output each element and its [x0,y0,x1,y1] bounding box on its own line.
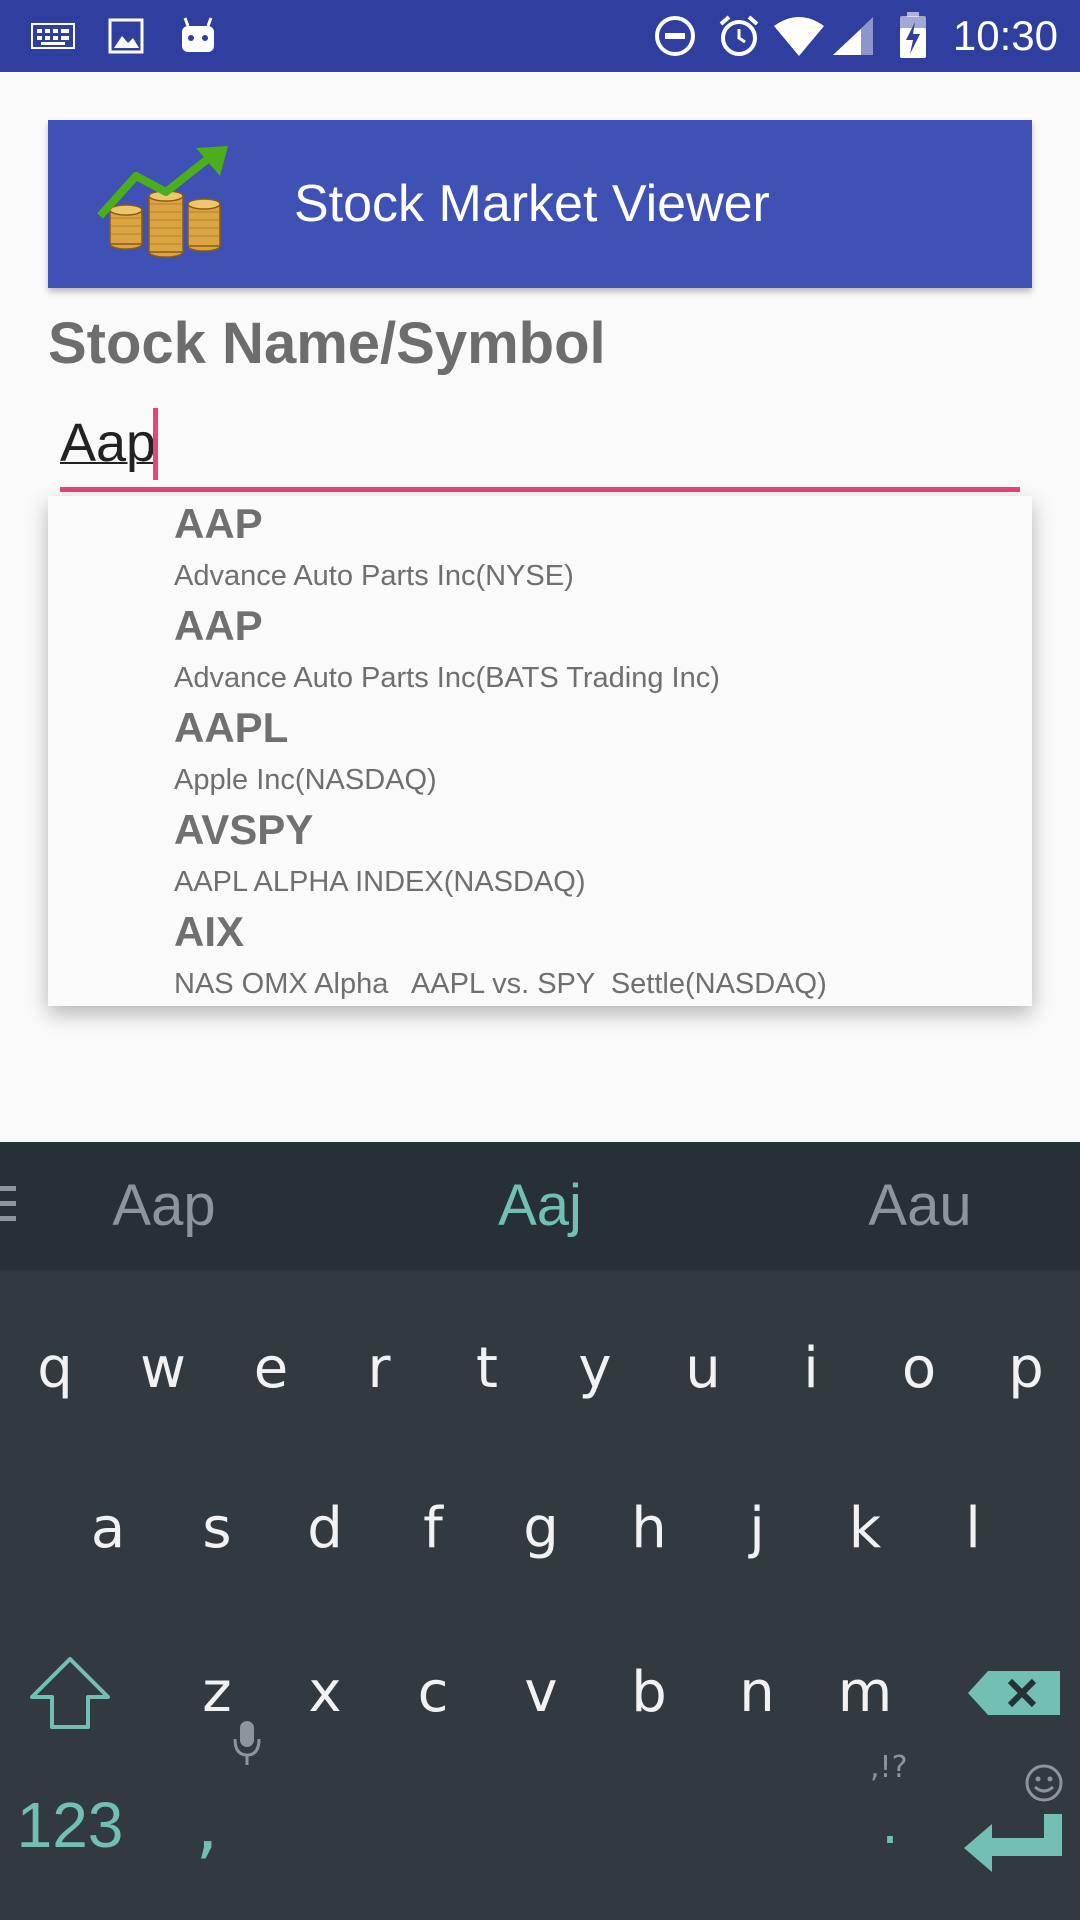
suggestions-dropdown: AAP Advance Auto Parts Inc(NYSE) AAP Adv… [48,496,1032,1006]
emoji-icon [1024,1752,1064,1817]
key-k[interactable]: k [811,1464,919,1594]
do-not-disturb-icon [652,0,698,72]
battery-charging-icon [895,0,931,72]
comma-key[interactable]: , [162,1721,261,1890]
suggestion-item[interactable]: AIX NAS OMX Alpha AAPL vs. SPY Settle(NA… [48,904,1032,1006]
keyboard-icon [30,0,76,72]
alarm-icon [716,0,762,72]
suggestion-symbol: AAP [174,500,263,547]
key-p[interactable]: p [972,1304,1080,1434]
image-icon [106,0,146,72]
enter-key[interactable] [954,1760,1074,1890]
keyboard-suggestion[interactable]: Aap [14,1142,314,1270]
shift-key[interactable] [16,1625,124,1755]
microphone-icon [232,1716,262,1781]
period-key[interactable]: ,!? . [840,1750,940,1890]
key-n[interactable]: n [703,1628,811,1758]
key-v[interactable]: v [487,1628,595,1758]
wifi-icon [772,0,826,72]
signal-icon [830,0,876,72]
suggestion-item[interactable]: AVSPY AAPL ALPHA INDEX(NASDAQ) [48,802,1032,904]
key-q[interactable]: q [1,1304,109,1434]
keyboard-suggestion-primary[interactable]: Aaj [390,1142,690,1270]
period-label: . [881,1792,899,1857]
key-l[interactable]: l [919,1464,1027,1594]
key-t[interactable]: t [433,1304,541,1434]
clock-time: 10:30 [952,12,1058,59]
soft-keyboard: Aap Aaj Aau q w e r t y u i o p a s d f … [0,1142,1080,1920]
key-u[interactable]: u [649,1304,757,1434]
key-w[interactable]: w [109,1304,217,1434]
enter-arrow-icon [964,1813,1062,1872]
stock-search-input[interactable] [60,408,1020,488]
suggestion-symbol: AIX [174,908,245,955]
key-e[interactable]: e [217,1304,325,1434]
keyboard-suggestion[interactable]: Aau [770,1142,1070,1270]
app-title: Stock Market Viewer [294,175,770,233]
key-d[interactable]: d [271,1464,379,1594]
key-o[interactable]: o [865,1304,973,1434]
backspace-key[interactable] [954,1625,1074,1755]
key-m[interactable]: m [811,1628,919,1758]
key-y[interactable]: y [541,1304,649,1434]
status-bar: 10:30 [0,0,1080,72]
suggestion-name: NAS OMX Alpha AAPL vs. SPY Settle(NASDAQ… [174,968,827,1000]
suggestion-symbol: AVSPY [174,806,314,853]
suggestion-symbol: AAP [174,602,263,649]
key-g[interactable]: g [487,1464,595,1594]
key-c[interactable]: c [379,1628,487,1758]
app-header: Stock Market Viewer [48,120,1032,288]
android-icon [178,0,218,72]
suggestion-symbol: AAPL [174,704,289,751]
suggestion-name: Apple Inc(NASDAQ) [174,764,437,796]
stock-coins-logo-icon [96,146,236,266]
suggestion-item[interactable]: AAP Advance Auto Parts Inc(BATS Trading … [48,598,1032,700]
comma-label: , [195,1783,219,1867]
suggestion-item[interactable]: AAPL Apple Inc(NASDAQ) [48,700,1032,802]
key-h[interactable]: h [595,1464,703,1594]
key-i[interactable]: i [757,1304,865,1434]
punctuation-hint: ,!? [870,1750,908,1785]
space-bar[interactable] [260,1760,820,1890]
text-cursor [153,408,158,480]
key-f[interactable]: f [379,1464,487,1594]
keyboard-suggestion-strip: Aap Aaj Aau [0,1142,1080,1270]
key-b[interactable]: b [595,1628,703,1758]
input-underline [60,487,1020,492]
suggestion-name: Advance Auto Parts Inc(BATS Trading Inc) [174,662,720,694]
field-label: Stock Name/Symbol [48,311,606,376]
key-a[interactable]: a [54,1464,162,1594]
suggestion-item[interactable]: AAP Advance Auto Parts Inc(NYSE) [48,496,1032,598]
numbers-key[interactable]: 123 [0,1760,140,1890]
key-s[interactable]: s [163,1464,271,1594]
key-r[interactable]: r [325,1304,433,1434]
key-x[interactable]: x [271,1628,379,1758]
search-input-value: Aap [60,413,157,473]
key-j[interactable]: j [703,1464,811,1594]
suggestion-name: Advance Auto Parts Inc(NYSE) [174,560,574,592]
suggestion-name: AAPL ALPHA INDEX(NASDAQ) [174,866,586,898]
